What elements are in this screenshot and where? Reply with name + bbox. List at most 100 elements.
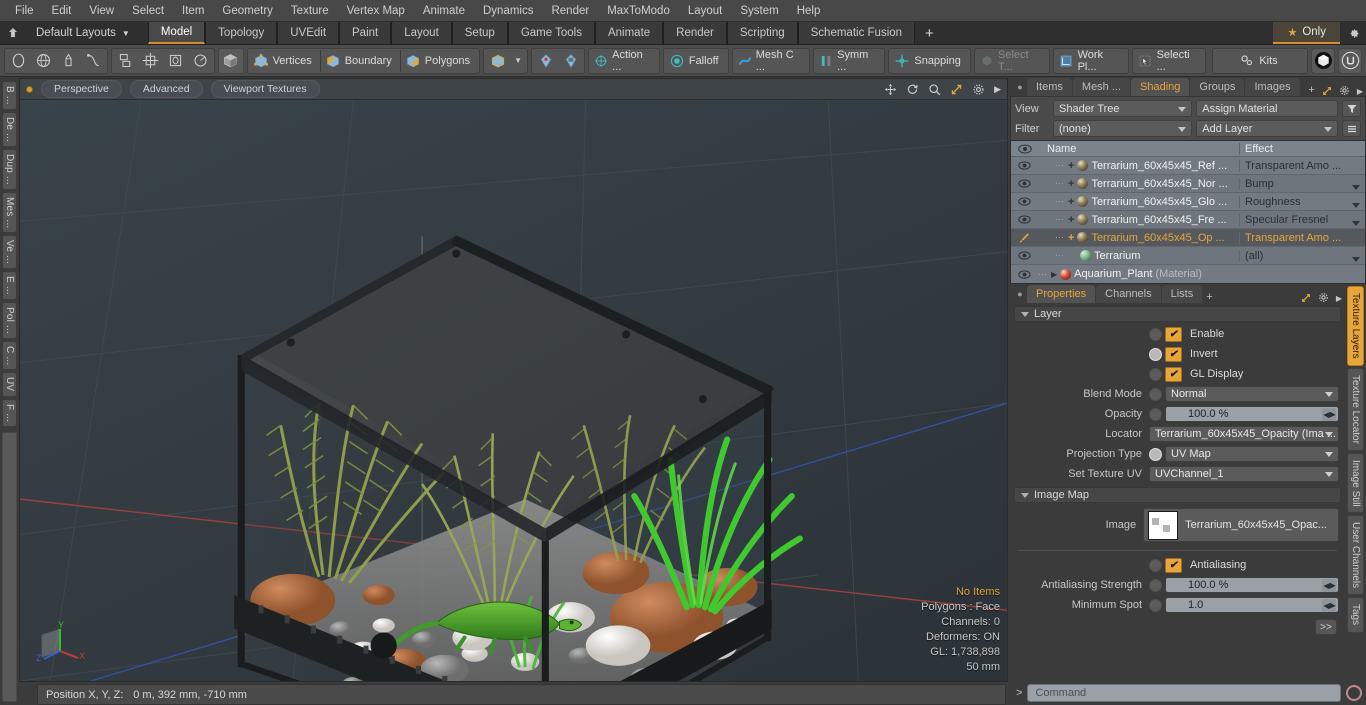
home-icon[interactable] [0,22,26,44]
row-effect[interactable]: Roughness [1239,195,1365,208]
left-tab-uv[interactable]: UV [2,372,17,397]
left-tab-duplicate[interactable]: Dup ... [2,148,17,190]
solid-cube-icon[interactable] [218,47,244,74]
row-brush-icon[interactable] [1011,231,1038,244]
invert-radio[interactable] [1149,347,1162,361]
expand-icon[interactable]: + [1068,196,1074,208]
table-row[interactable]: ⋯ + Terrarium_60x45x45_Glo ... Roughness [1011,193,1365,211]
polygons-mode-button[interactable]: Polygons [401,49,478,73]
row-name[interactable]: ⋯ + Terrarium_60x45x45_Ref ... [1038,160,1239,172]
image-map-section-header[interactable]: Image Map [1014,487,1341,503]
curve-tool-icon[interactable] [81,49,106,73]
table-row[interactable]: ⋯ Terrarium (all) [1011,247,1365,265]
panel-maximize-icon[interactable] [1319,86,1335,96]
expand-properties-button[interactable]: >> [1315,619,1337,635]
action-button[interactable]: Action ... [590,49,658,73]
boundary-mode-button[interactable]: Boundary [321,49,400,73]
row-name[interactable]: ⋯ Terrarium [1038,250,1239,262]
row-effect[interactable]: Specular Fresnel [1239,213,1365,226]
gl-display-checkbox[interactable]: ✔ [1165,366,1182,382]
move-view-icon[interactable] [884,83,897,96]
enable-checkbox[interactable]: ✔ [1165,326,1182,342]
table-row[interactable]: ⋯ + Terrarium_60x45x45_Ref ... Transpare… [1011,157,1365,175]
subtab-user-channels[interactable]: User Channels [1347,515,1364,596]
tab-layout[interactable]: Layout [391,22,452,44]
row-visibility-icon[interactable] [1011,269,1038,279]
assign-material-button[interactable]: Assign Material [1196,100,1338,117]
symmetry-button[interactable]: Symm ... [815,49,883,73]
minimum-spot-stepper[interactable]: ◀▶ [1322,599,1336,612]
selection-button[interactable]: Selecti ... [1134,49,1204,73]
minimum-spot-radio[interactable] [1149,598,1162,612]
menu-item-dynamics[interactable]: Dynamics [474,1,542,21]
properties-add-tab-icon[interactable]: + [1203,291,1215,303]
subtab-tags[interactable]: Tags [1347,597,1364,633]
left-tab-vertex[interactable]: Ve ... [2,235,17,270]
bevel-icon[interactable] [163,49,188,73]
row-name[interactable]: ⋯ + Terrarium_60x45x45_Fre ... [1038,214,1239,226]
menu-item-maxtomodo[interactable]: MaxToModo [598,1,679,21]
filter-dropdown[interactable]: (none) [1053,120,1193,137]
antialiasing-strength-input[interactable]: 100.0 % ◀▶ [1165,577,1339,593]
antialiasing-strength-radio[interactable] [1149,578,1162,592]
maximize-viewport-icon[interactable] [950,83,963,96]
table-row[interactable]: ⋯ ▶ Aquarium_Plant (Material) [1011,265,1365,283]
table-row[interactable]: ⋯ + Terrarium_60x45x45_Op ... Transparen… [1011,229,1365,247]
row-name[interactable]: ⋯ + Terrarium_60x45x45_Glo ... [1038,196,1239,208]
panel-tab-images[interactable]: Images [1245,78,1300,96]
menu-item-file[interactable]: File [6,1,43,21]
panel-tab-mesh[interactable]: Mesh ... [1072,78,1131,96]
menu-item-vertex-map[interactable]: Vertex Map [338,1,414,21]
collapse-caret-icon[interactable]: ▶ [1051,270,1057,279]
command-record-icon[interactable] [1346,685,1362,701]
panel-more-icon[interactable]: ▶ [1354,87,1366,96]
radial-array-icon[interactable] [188,49,213,73]
menu-item-texture[interactable]: Texture [282,1,338,21]
row-visibility-icon[interactable] [1011,197,1038,206]
falloff-center-icon[interactable] [558,49,583,73]
tab-game-tools[interactable]: Game Tools [507,22,595,44]
menu-item-layout[interactable]: Layout [679,1,732,21]
panel-gear-icon[interactable] [1336,85,1353,96]
row-effect[interactable]: Transparent Amo ... [1239,159,1365,172]
left-tab-deform[interactable]: De ... [2,111,17,147]
panel-add-tab-icon[interactable]: + [1305,84,1317,96]
row-name[interactable]: ⋯ + Terrarium_60x45x45_Op ... [1038,232,1239,244]
menu-item-animate[interactable]: Animate [414,1,474,21]
3d-viewport[interactable]: No Items Polygons : Face Channels: 0 Def… [20,100,1007,681]
tab-setup[interactable]: Setup [451,22,508,44]
row-visibility-icon[interactable] [1011,161,1038,170]
locator-dropdown[interactable]: Terrarium_60x45x45_Opacity (Ima ... [1149,426,1339,442]
left-tab-curve[interactable]: C ... [2,340,17,371]
zoom-view-icon[interactable] [928,83,941,96]
viewport-settings-gear-icon[interactable] [972,83,985,96]
tab-scripting[interactable]: Scripting [726,22,798,44]
expand-icon[interactable]: + [1068,178,1074,190]
opac)ity-radio[interactable] [1149,407,1162,421]
row-effect[interactable]: Transparent Amo ... [1239,231,1365,244]
antialiasing-radio[interactable] [1149,558,1162,572]
blend-mode-radio[interactable] [1149,387,1162,401]
add-tab-button[interactable]: + [915,22,944,44]
row-visibility-icon[interactable] [1011,179,1038,188]
only-toggle-button[interactable]: ★ Only [1273,22,1340,44]
select-through-button[interactable]: Select T... [976,49,1049,73]
blend-mode-dropdown[interactable]: Normal [1165,386,1339,402]
item-mode-icon[interactable] [485,49,510,73]
unreal-engine-icon[interactable] [1338,47,1362,74]
layout-selector[interactable]: Default Layouts ▼ [26,22,140,44]
tab-model[interactable]: Model [147,22,206,44]
tab-schematic-fusion[interactable]: Schematic Fusion [797,22,916,44]
panel-tab-groups[interactable]: Groups [1190,78,1245,96]
properties-menu-icon[interactable]: ● [1014,285,1026,303]
properties-maximize-icon[interactable] [1298,293,1314,303]
layer-section-header[interactable]: Layer [1014,306,1341,322]
menu-item-render[interactable]: Render [542,1,598,21]
enable-radio[interactable] [1149,327,1162,341]
subtab-image-still[interactable]: Image Still [1347,452,1364,514]
tab-lists[interactable]: Lists [1161,285,1203,303]
table-row[interactable]: ⋯ + Terrarium_60x45x45_Nor ... Bump [1011,175,1365,193]
row-name[interactable]: ⋯ ▶ Aquarium_Plant (Material) [1038,268,1239,280]
viewport-view-mode-button[interactable]: Perspective [41,80,122,98]
row-effect[interactable]: Bump [1239,177,1365,190]
